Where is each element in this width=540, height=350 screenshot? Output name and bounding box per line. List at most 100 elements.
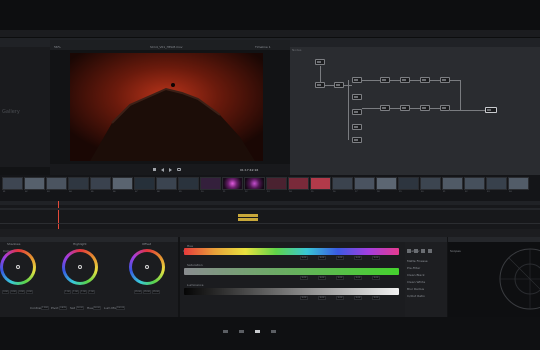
bar-value[interactable]: 0.00 [336,256,344,260]
clip-thumbnail[interactable] [222,177,243,190]
clip-thumbnail[interactable] [46,177,67,190]
bar-value[interactable]: 0.00 [318,276,326,280]
picker-plus-icon[interactable] [414,249,418,253]
picker-minus-icon[interactable] [421,249,425,253]
bar-value[interactable]: 0.00 [336,276,344,280]
clip-thumbnail[interactable] [90,177,111,190]
clip-thumbnail[interactable] [134,177,155,190]
node-11[interactable] [420,77,430,83]
node-graph[interactable]: Nodes [290,47,540,175]
bar-value[interactable]: 0.00 [318,296,326,300]
bar-value[interactable]: 0.00 [300,256,308,260]
clip-thumbnail[interactable] [464,177,485,190]
hue-bar[interactable] [184,248,399,255]
edit-page-icon[interactable] [239,330,245,333]
luminance-bar[interactable] [184,288,399,295]
wheel-handle[interactable] [145,265,149,269]
node-9[interactable] [380,77,390,83]
bar-value[interactable]: 0.00 [354,256,362,260]
bar-value[interactable]: 0.00 [336,296,344,300]
mini-timeline[interactable] [0,201,540,229]
loop-icon[interactable] [177,168,181,171]
footer-value[interactable]: 50.00 [93,306,101,310]
node-8[interactable] [352,137,362,143]
node-4[interactable] [352,77,362,83]
clip-thumbnail[interactable] [112,177,133,190]
bar-value[interactable]: 0.00 [372,276,380,280]
wheel-value[interactable]: 1.00 [64,290,71,294]
clip-thumbnail[interactable] [200,177,221,190]
media-page-icon[interactable] [223,330,228,333]
saturation-bar[interactable] [184,268,399,275]
bar-value[interactable]: 0.00 [318,256,326,260]
wheel-value[interactable]: 1.00 [88,290,95,294]
clip-thumbnail[interactable] [2,177,23,190]
viewer-zoom[interactable]: 56% [54,45,61,49]
node-3[interactable] [334,82,344,88]
offset-wheel[interactable] [129,249,165,285]
wheel-value[interactable]: 0.00 [18,290,25,294]
clip-thumbnail[interactable] [376,177,397,190]
viewer-image[interactable] [70,53,263,161]
clip-thumbnail[interactable] [156,177,177,190]
timeline-clip[interactable] [238,214,258,217]
node-12[interactable] [440,77,450,83]
output-node[interactable] [485,107,497,113]
playhead[interactable] [58,201,59,229]
wheel-value[interactable]: 25.00 [152,290,160,294]
clip-thumbnail[interactable] [420,177,441,190]
wheel-handle[interactable] [78,265,82,269]
bar-value[interactable]: 0.00 [300,276,308,280]
wheel-value[interactable]: 0.00 [26,290,33,294]
timeline-clip[interactable] [238,218,258,221]
wheel-handle[interactable] [16,265,20,269]
node-1[interactable] [315,59,325,65]
node-2[interactable] [315,82,325,88]
clip-thumbnail[interactable] [244,177,265,190]
node-14[interactable] [400,105,410,111]
node-7[interactable] [352,124,362,130]
highlight-wheel[interactable] [62,249,98,285]
node-5[interactable] [352,94,362,100]
node-16[interactable] [440,105,450,111]
wheel-value[interactable]: 0.00 [10,290,17,294]
clip-thumbnail[interactable] [68,177,89,190]
clip-thumbnail[interactable] [398,177,419,190]
wheel-value[interactable]: 25.00 [134,290,142,294]
bar-value[interactable]: 0.00 [354,296,362,300]
play-reverse-icon[interactable] [161,168,164,172]
wheel-value[interactable]: 25.00 [143,290,151,294]
node-13[interactable] [380,105,390,111]
clip-thumbnail[interactable] [508,177,529,190]
bar-value[interactable]: 0.00 [354,276,362,280]
footer-value[interactable]: 100.00 [116,306,125,310]
clip-thumbnail[interactable] [310,177,331,190]
clip-thumbnail[interactable] [288,177,309,190]
footer-value[interactable]: 1.000 [41,306,49,310]
wheel-value[interactable]: 1.00 [80,290,87,294]
wheel-value[interactable]: 1.00 [72,290,79,294]
clip-thumbnail[interactable] [354,177,375,190]
node-15[interactable] [420,105,430,111]
footer-value[interactable]: 0.435 [59,306,67,310]
clip-thumbnail[interactable] [332,177,353,190]
wheel-value[interactable]: 0.00 [2,290,9,294]
clip-thumbnail[interactable] [486,177,507,190]
node-6[interactable] [352,109,362,115]
clip-thumbnail[interactable] [178,177,199,190]
stop-icon[interactable] [153,168,156,171]
bar-value[interactable]: 0.00 [372,296,380,300]
color-page-icon[interactable] [255,330,261,333]
deliver-page-icon[interactable] [271,330,277,333]
clip-thumbnail[interactable] [266,177,287,190]
shadows-wheel[interactable] [0,249,36,285]
clip-thumbnail[interactable] [442,177,463,190]
play-icon[interactable] [169,168,172,172]
clip-thumbnail[interactable] [24,177,45,190]
node-10[interactable] [400,77,410,83]
bar-value[interactable]: 0.00 [300,296,308,300]
footer-value[interactable]: 50.00 [76,306,84,310]
bar-value[interactable]: 0.00 [372,256,380,260]
feather-icon[interactable] [428,249,432,253]
eyedropper-icon[interactable] [407,249,411,253]
